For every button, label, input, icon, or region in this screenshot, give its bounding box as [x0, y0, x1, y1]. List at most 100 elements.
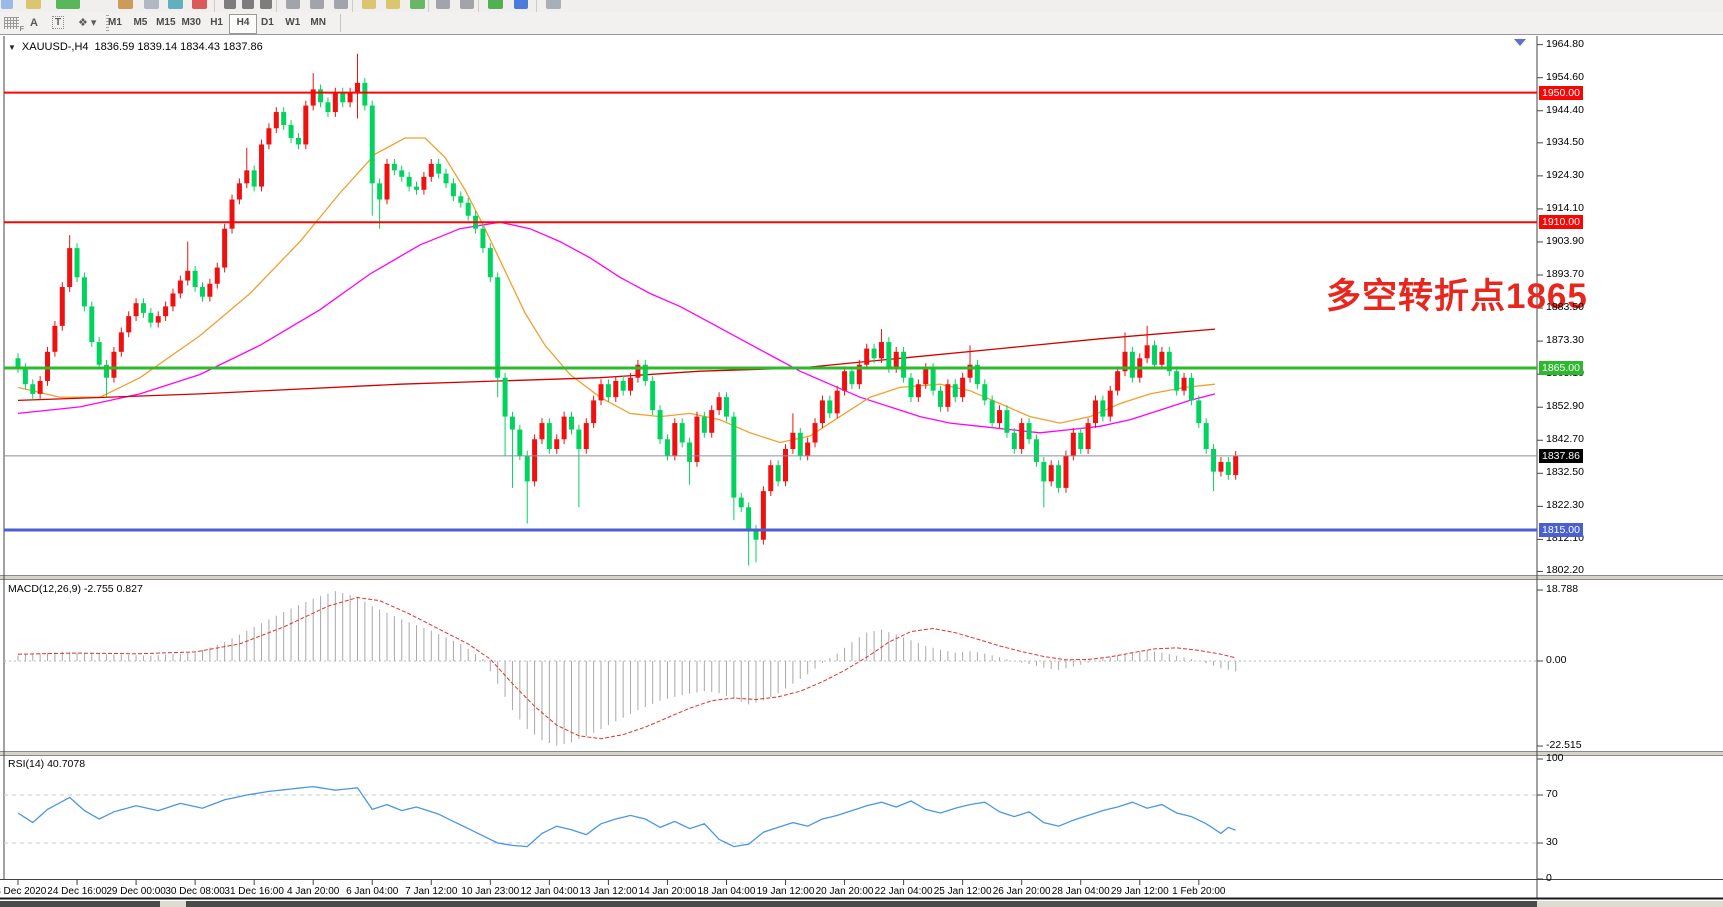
candle-body [739, 498, 744, 508]
candle-body [67, 248, 72, 287]
scrollbar-thumb[interactable] [186, 901, 1537, 907]
candle-body [805, 443, 810, 456]
candle-body [1056, 465, 1061, 488]
candle-body [1063, 455, 1068, 487]
candle-body [599, 384, 604, 400]
candle-body [547, 423, 552, 449]
candle-body [694, 417, 699, 462]
candle-body [52, 326, 57, 352]
candle-body [444, 174, 449, 184]
candle-body [916, 384, 921, 397]
candle-body [1159, 352, 1164, 365]
candle-body [923, 368, 928, 384]
candle-body [148, 313, 153, 323]
candle-body [1174, 371, 1179, 390]
symbol-dropdown-icon[interactable]: ▼ [8, 43, 16, 52]
candle-body [75, 248, 80, 277]
candle-body [244, 170, 249, 183]
candle-body [1226, 462, 1231, 475]
candle-body [340, 93, 345, 103]
candle-body [1041, 462, 1046, 481]
chart-canvas[interactable] [0, 0, 1723, 907]
candle-body [990, 400, 995, 423]
candle-body [207, 284, 212, 297]
candle-body [945, 384, 950, 407]
scrollbar-thumb[interactable] [0, 901, 160, 907]
candle-body [126, 316, 131, 332]
candle-body [451, 183, 456, 196]
candle-body [879, 342, 884, 358]
candle-body [1100, 400, 1105, 416]
candle-body [525, 455, 530, 481]
candle-body [510, 417, 515, 430]
rsi-line [18, 787, 1236, 847]
candle-body [1233, 456, 1238, 475]
candle-body [562, 417, 567, 440]
candle-body [864, 349, 869, 365]
candle-body [399, 170, 404, 176]
candle-body [517, 430, 522, 456]
candle-body [488, 248, 493, 277]
candle-body [1012, 433, 1017, 449]
candle-body [82, 277, 87, 306]
candle-body [355, 83, 360, 93]
candle-body [377, 183, 382, 199]
candle-body [362, 83, 367, 106]
candle-body [997, 410, 1002, 423]
candle-body [731, 417, 736, 498]
candle-body [466, 203, 471, 216]
candle-body [23, 368, 28, 384]
candle-body [436, 164, 441, 174]
candle-body [141, 303, 146, 313]
candle-body [776, 465, 781, 481]
candle-body [274, 112, 279, 128]
candle-body [318, 89, 323, 102]
trading-platform-window: FAT❖ ▾M1M5M15M30H1H4D1W1MN ▼ XAUUSD-,H4 … [0, 0, 1723, 907]
candle-body [407, 177, 412, 187]
candle-body [348, 93, 353, 103]
candle-body [768, 465, 773, 491]
candle-body [783, 449, 788, 481]
candle-body [38, 381, 43, 394]
candle-body [178, 281, 183, 294]
candle-body [982, 384, 987, 400]
candle-body [60, 287, 65, 326]
candle-body [835, 391, 840, 414]
candle-body [325, 102, 330, 112]
candle-body [303, 106, 308, 145]
candle-body [266, 128, 271, 144]
candle-body [849, 371, 854, 384]
candle-body [1071, 433, 1076, 456]
candle-body [1078, 433, 1083, 449]
candle-body [503, 378, 508, 417]
candle-body [1004, 410, 1009, 433]
candle-body [1182, 378, 1187, 391]
candle-body [872, 349, 877, 359]
candle-body [1204, 423, 1209, 449]
candle-body [576, 430, 581, 449]
candle-body [569, 417, 574, 430]
candle-body [392, 164, 397, 170]
candle-body [687, 443, 692, 462]
candle-body [222, 229, 227, 268]
candle-body [790, 433, 795, 449]
candle-body [1049, 465, 1054, 481]
candle-body [1211, 449, 1216, 472]
candle-body [421, 177, 426, 190]
candle-body [798, 433, 803, 456]
candle-body [680, 423, 685, 442]
ma-magenta-line [18, 222, 1215, 433]
candle-body [628, 378, 633, 391]
candle-body [953, 384, 958, 397]
candle-body [281, 112, 286, 125]
chart-shift-marker-icon[interactable] [1514, 39, 1526, 46]
candle-body [539, 423, 544, 439]
candle-body [495, 277, 500, 377]
candle-body [480, 229, 485, 248]
candle-body [30, 384, 35, 394]
candle-body [532, 439, 537, 481]
candle-body [606, 384, 611, 397]
candle-body [1086, 423, 1091, 449]
candle-body [820, 400, 825, 423]
candle-body [584, 423, 589, 449]
